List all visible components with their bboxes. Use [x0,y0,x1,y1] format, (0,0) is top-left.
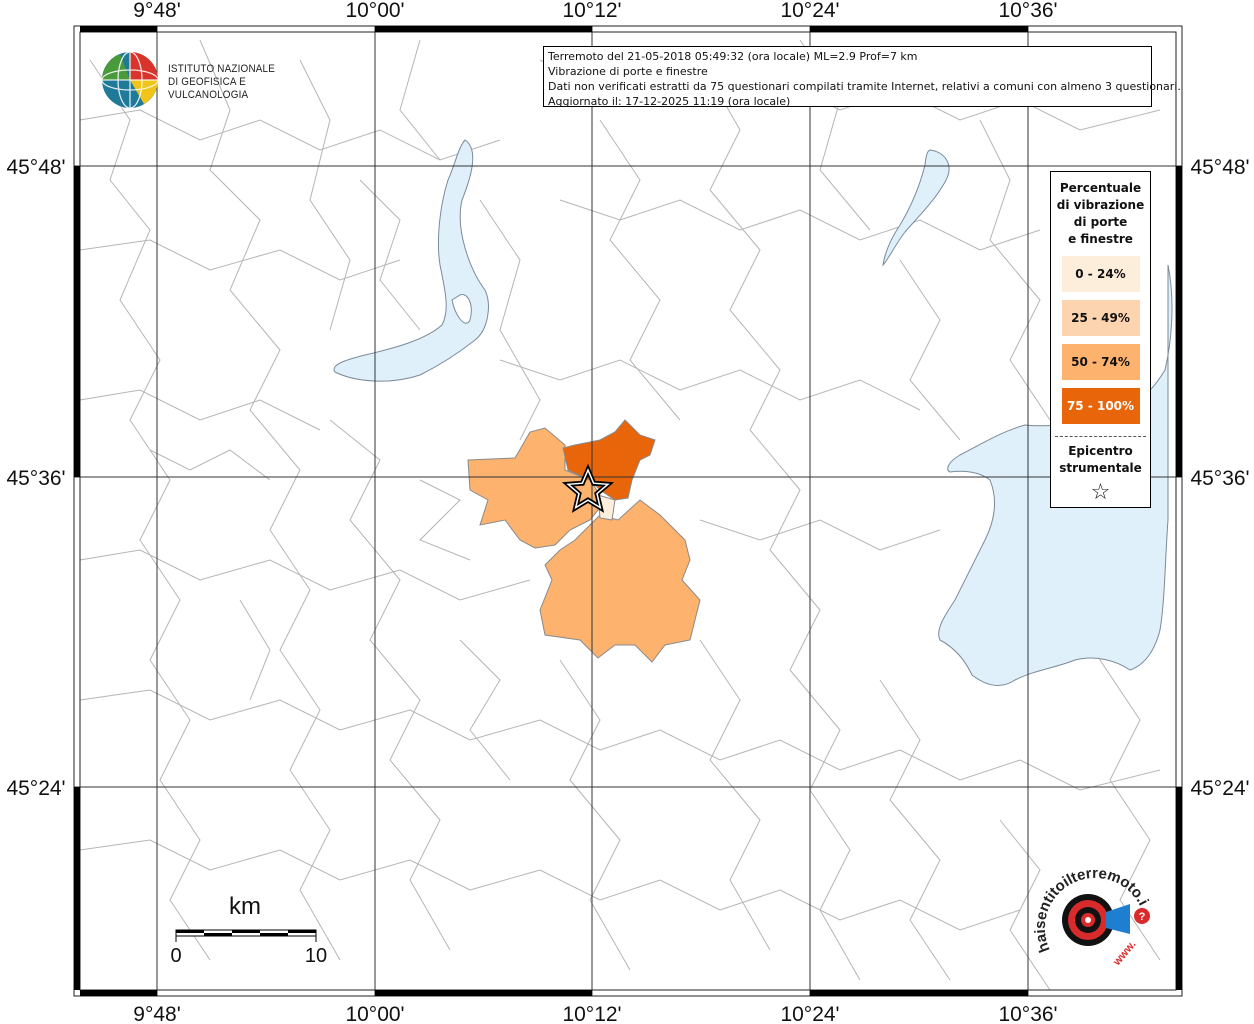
logo-line-1: ISTITUTO NAZIONALE [168,63,276,75]
tick-left-2: 45°36' [6,467,65,490]
legend-item-0-24: 0 - 24% [1061,256,1140,292]
ingv-logo-text: ISTITUTO NAZIONALE DI GEOFISICA E VULCAN… [168,63,305,102]
haisentito-logo: haisentitoilterremoto.it ? www. [1030,857,1162,980]
tick-right-2: 45°36' [1190,467,1249,490]
parameter-label: Vibrazione di porte e finestre [548,65,708,78]
legend-epicenter-label: Epicentro strumentale [1059,444,1142,475]
tick-top-3: 10°12' [562,0,621,22]
tick-top-1: 9°48' [133,0,180,22]
event-title: Terremoto del 21-05-2018 05:49:32 (ora l… [548,50,918,63]
tick-bottom-4: 10°24' [780,1003,839,1024]
legend-title: Percentuale di vibrazione di porte e fin… [1056,181,1145,246]
event-info-box: Terremoto del 21-05-2018 05:49:32 (ora l… [543,46,1181,108]
tick-bottom-1: 9°48' [133,1003,180,1024]
right-tick-labels: 45°48' 45°36' 45°24' [1190,156,1249,800]
legend-item-75-100: 75 - 100% [1061,388,1140,424]
tick-left-1: 45°48' [6,156,65,179]
bottom-tick-labels: 9°48' 10°00' 10°12' 10°24' 10°36' [133,1003,1057,1024]
data-note: Dati non verificati estratti da 75 quest… [548,80,1181,93]
tick-top-2: 10°00' [345,0,404,22]
legend: Percentuale di vibrazione di porte e fin… [1050,171,1151,508]
scale-start: 0 [170,945,181,967]
haisentito-logo-graphic: haisentitoilterremoto.it ? www. [1030,857,1152,969]
legend-star-icon: ☆ [1090,480,1111,505]
scale-unit: km [229,893,261,920]
tick-bottom-3: 10°12' [562,1003,621,1024]
updated-timestamp: Aggiornato il: 17-12-2025 11:19 (ora loc… [548,95,791,108]
left-tick-labels: 45°48' 45°36' 45°24' [6,156,65,800]
legend-item-25-49: 25 - 49% [1061,300,1140,336]
scale-bar: km 0 10 [170,890,330,970]
ingv-logo: ISTITUTO NAZIONALE DI GEOFISICA E VULCAN… [100,50,320,110]
www-label: www. [1110,939,1138,969]
tick-bottom-2: 10°00' [345,1003,404,1024]
question-icon: ? [1139,911,1146,923]
tick-bottom-5: 10°36' [998,1003,1057,1024]
legend-divider [1055,436,1146,437]
tick-left-3: 45°24' [6,777,65,800]
scale-bar-graphic: km 0 10 [170,893,327,967]
globe-icon [101,51,159,109]
logo-line-2: DI GEOFISICA E VULCANOLOGIA [168,76,249,101]
tick-right-3: 45°24' [1190,777,1249,800]
legend-item-50-74: 50 - 74% [1061,344,1140,380]
tick-right-1: 45°48' [1190,156,1249,179]
tick-top-5: 10°36' [998,0,1057,22]
top-tick-labels: 9°48' 10°00' 10°12' 10°24' 10°36' [133,0,1057,22]
tick-top-4: 10°24' [780,0,839,22]
scale-end: 10 [305,945,327,967]
